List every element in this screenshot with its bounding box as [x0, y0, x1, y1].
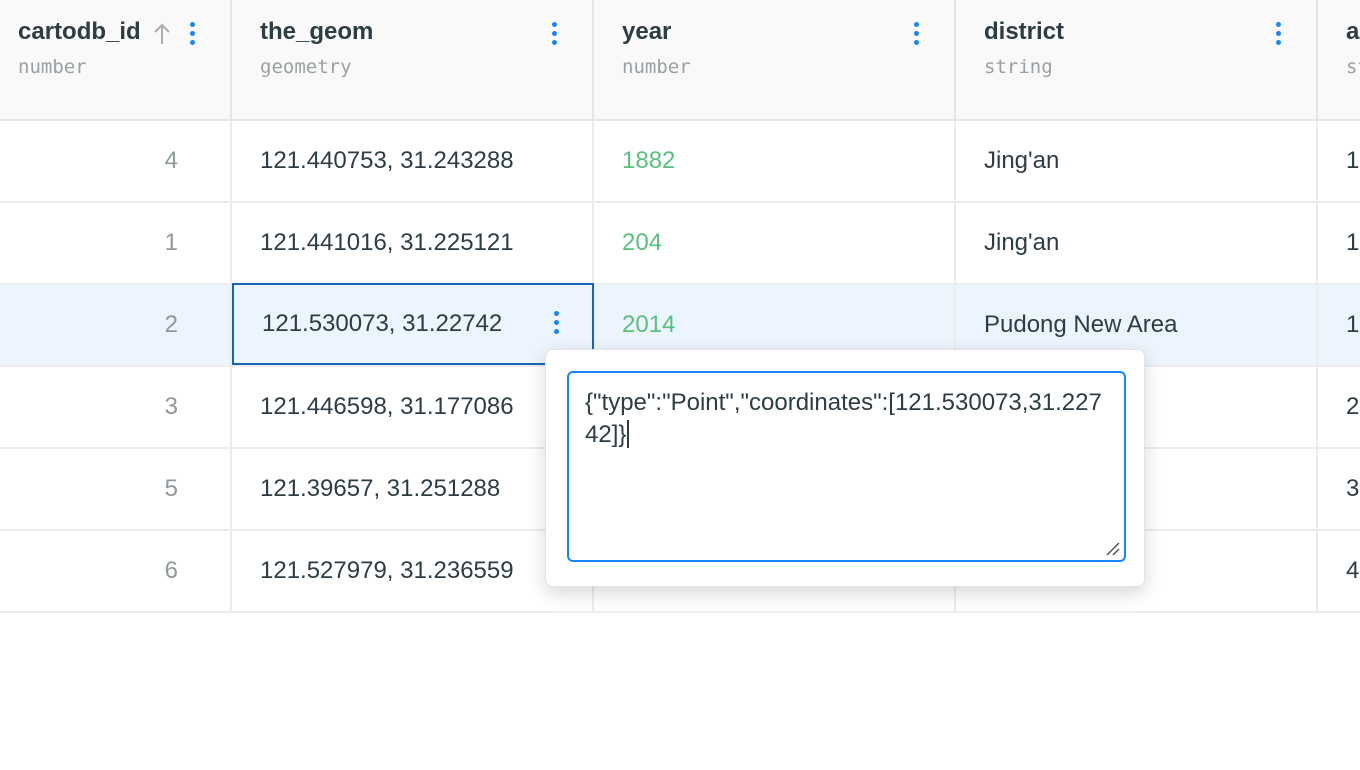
column-name: a	[1346, 18, 1360, 45]
cell-the-geom-focused[interactable]: 121.530073, 31.22742	[232, 283, 594, 365]
cell-value: 121.530073, 31.22742	[262, 310, 503, 337]
cell-truncated[interactable]: 1	[1318, 285, 1360, 365]
cell-truncated[interactable]: 1	[1318, 121, 1360, 201]
cell-editor-popup: {"type":"Point","coordinates":[121.53007…	[545, 349, 1145, 587]
cell-cartodb-id[interactable]: 4	[0, 121, 232, 201]
kebab-menu-icon[interactable]	[911, 22, 921, 50]
kebab-menu-icon[interactable]	[551, 311, 561, 339]
cell-district[interactable]: Jing'an	[956, 121, 1318, 201]
column-header-cartodb-id[interactable]: cartodb_id number	[0, 0, 232, 119]
column-type: number	[622, 56, 691, 78]
cell-cartodb-id[interactable]: 6	[0, 531, 232, 611]
cell-the-geom[interactable]: 121.441016, 31.225121	[232, 203, 594, 283]
kebab-menu-icon[interactable]	[1273, 22, 1283, 50]
kebab-menu-icon[interactable]	[187, 22, 197, 50]
cell-truncated[interactable]: 3	[1318, 449, 1360, 529]
column-type: st	[1346, 56, 1360, 78]
cell-the-geom[interactable]: 121.446598, 31.177086	[232, 367, 594, 447]
cell-cartodb-id[interactable]: 2	[0, 285, 232, 365]
column-type: string	[984, 56, 1053, 78]
column-header-truncated[interactable]: a st	[1318, 0, 1360, 119]
cell-the-geom[interactable]: 121.527979, 31.236559	[232, 531, 594, 611]
column-header-year[interactable]: year number	[594, 0, 956, 119]
cell-truncated[interactable]: 4	[1318, 531, 1360, 611]
column-name: the_geom	[260, 18, 374, 45]
cell-cartodb-id[interactable]: 3	[0, 367, 232, 447]
cell-cartodb-id[interactable]: 1	[0, 203, 232, 283]
table-row[interactable]: 4 121.440753, 31.243288 1882 Jing'an 1	[0, 121, 1360, 203]
cell-district[interactable]: Jing'an	[956, 203, 1318, 283]
column-name: cartodb_id	[18, 18, 141, 45]
resize-grip-icon[interactable]	[1104, 540, 1120, 556]
column-header-the-geom[interactable]: the_geom geometry	[232, 0, 594, 119]
table-header: cartodb_id number the_geom geometry year…	[0, 0, 1360, 121]
cell-truncated[interactable]: 2	[1318, 367, 1360, 447]
sort-ascending-icon[interactable]	[152, 22, 172, 46]
cell-year[interactable]: 1882	[594, 121, 956, 201]
kebab-menu-icon[interactable]	[549, 22, 559, 50]
column-name: district	[984, 18, 1065, 45]
cell-year[interactable]: 204	[594, 203, 956, 283]
column-name: year	[622, 18, 672, 45]
column-type: number	[18, 56, 87, 78]
column-header-district[interactable]: district string	[956, 0, 1318, 119]
cell-cartodb-id[interactable]: 5	[0, 449, 232, 529]
text-caret	[627, 420, 630, 448]
cell-truncated[interactable]: 1	[1318, 203, 1360, 283]
column-type: geometry	[260, 56, 352, 78]
geometry-editor-textarea[interactable]: {"type":"Point","coordinates":[121.53007…	[567, 371, 1126, 562]
table-row[interactable]: 1 121.441016, 31.225121 204 Jing'an 1	[0, 203, 1360, 285]
editor-value: {"type":"Point","coordinates":[121.53007…	[585, 389, 1102, 448]
cell-the-geom[interactable]: 121.440753, 31.243288	[232, 121, 594, 201]
cell-the-geom[interactable]: 121.39657, 31.251288	[232, 449, 594, 529]
